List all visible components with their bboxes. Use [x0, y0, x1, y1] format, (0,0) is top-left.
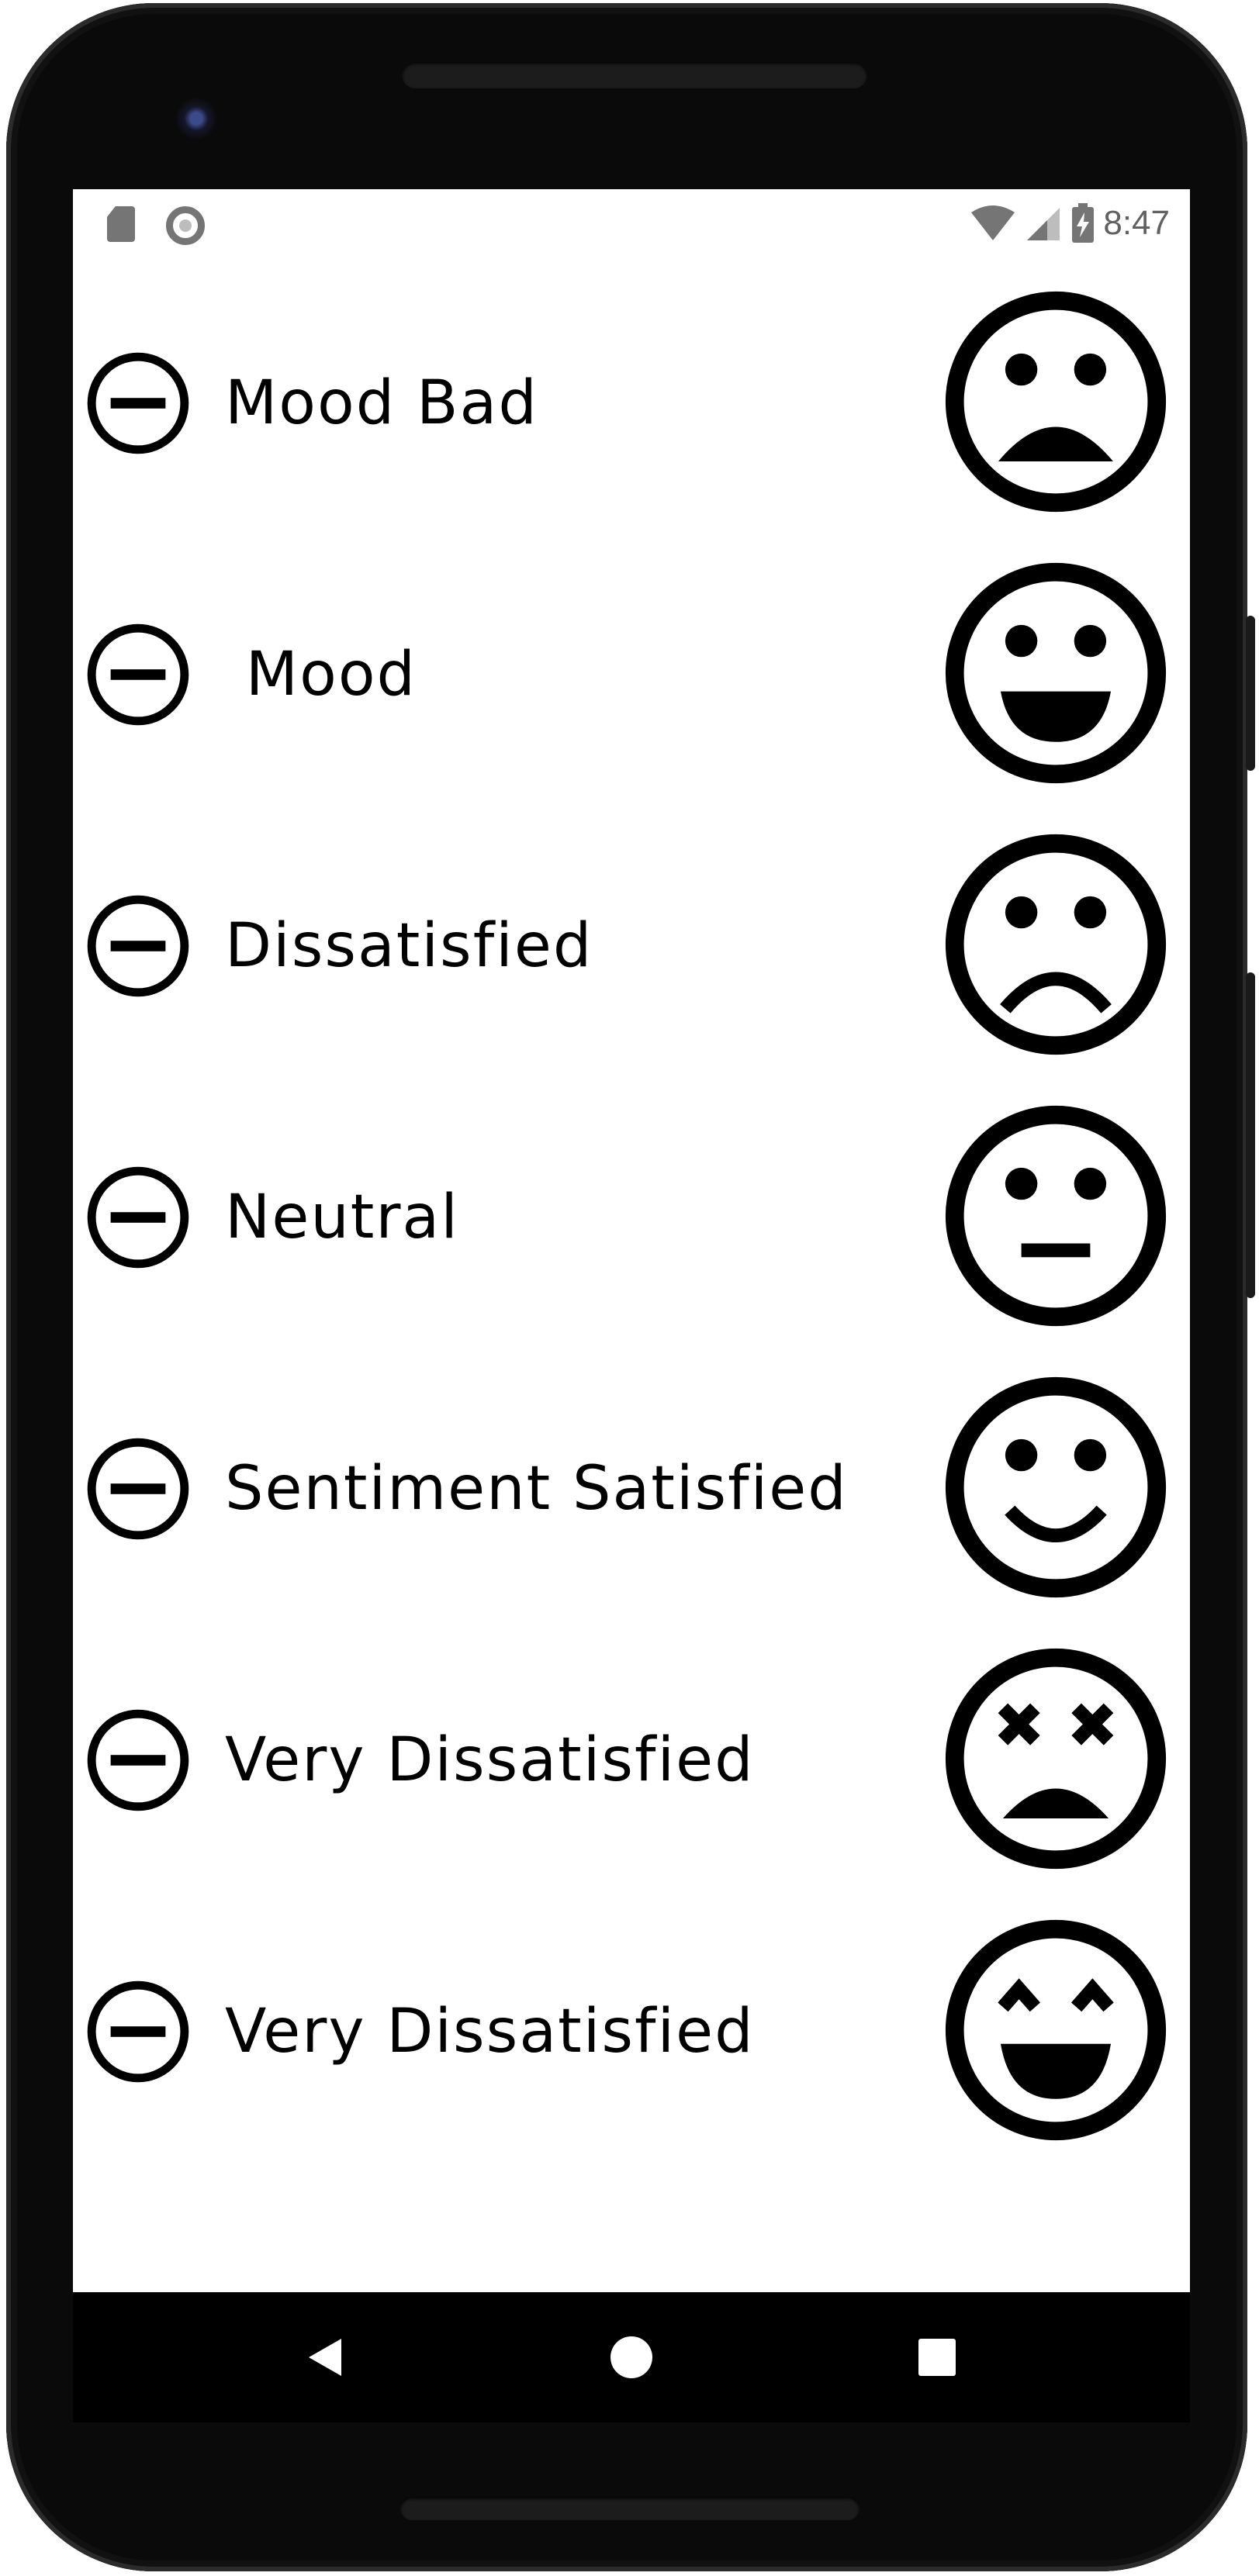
power-button — [1246, 616, 1255, 771]
wifi-icon — [971, 205, 1015, 240]
sd-card-icon — [107, 206, 135, 242]
list-item-label: Sentiment Satisfied — [225, 1454, 848, 1524]
list-item: Neutral — [73, 1089, 1190, 1327]
mood-bad-icon — [945, 291, 1167, 513]
sentiment-very-satisfied-icon — [945, 1919, 1167, 2141]
back-icon — [309, 2339, 341, 2376]
sentiment-dissatisfied-icon — [945, 834, 1167, 1055]
list-item: Mood — [73, 546, 1190, 784]
list-item: Very Dissatisfied — [73, 1632, 1190, 1870]
recents-button[interactable] — [906, 2326, 968, 2388]
screen: 8:47 Mood Bad Mood Dissatisfied Neutral … — [73, 189, 1190, 2422]
status-bar: 8:47 — [73, 189, 1190, 254]
list-item-label: Mood — [225, 640, 417, 710]
list-item: Very Dissatisfied — [73, 1903, 1190, 2141]
remove-circle-icon[interactable] — [85, 1165, 191, 1270]
volume-rocker — [1246, 972, 1255, 1298]
home-icon — [610, 2336, 652, 2378]
sentiment-neutral-icon — [945, 1105, 1167, 1327]
remove-circle-icon[interactable] — [85, 622, 191, 727]
home-button[interactable] — [600, 2326, 662, 2388]
status-time: 8:47 — [1103, 204, 1170, 242]
remove-circle-icon[interactable] — [85, 350, 191, 456]
list-item-label: Very Dissatisfied — [225, 1725, 755, 1795]
front-camera — [175, 98, 217, 140]
earpiece-speaker — [402, 62, 867, 88]
sentiment-very-dissatisfied-icon — [945, 1648, 1167, 1870]
list-item: Sentiment Satisfied — [73, 1360, 1190, 1598]
remove-circle-icon[interactable] — [85, 1436, 191, 1542]
recents-icon — [918, 2339, 956, 2376]
sentiment-satisfied-icon — [945, 1376, 1167, 1598]
bottom-speaker — [400, 2497, 860, 2520]
phone-frame: 8:47 Mood Bad Mood Dissatisfied Neutral … — [6, 3, 1255, 2571]
list-item-label: Neutral — [225, 1183, 459, 1252]
mood-icon — [945, 562, 1167, 784]
list-item: Dissatisfied — [73, 817, 1190, 1055]
list-item-label: Dissatisfied — [225, 911, 593, 981]
list-item-label: Very Dissatisfied — [225, 1997, 755, 2067]
remove-circle-icon[interactable] — [85, 1708, 191, 1813]
list-item: Mood Bad — [73, 275, 1190, 513]
list-item-label: Mood Bad — [225, 368, 538, 438]
remove-circle-icon[interactable] — [85, 1979, 191, 2084]
back-button[interactable] — [295, 2326, 357, 2388]
cell-signal-icon — [1027, 208, 1060, 240]
remove-circle-icon[interactable] — [85, 893, 191, 999]
battery-charging-icon — [1072, 203, 1095, 243]
sync-circle-icon — [166, 206, 205, 245]
navigation-bar — [73, 2292, 1190, 2422]
status-bar-right: 8:47 — [970, 200, 1170, 247]
